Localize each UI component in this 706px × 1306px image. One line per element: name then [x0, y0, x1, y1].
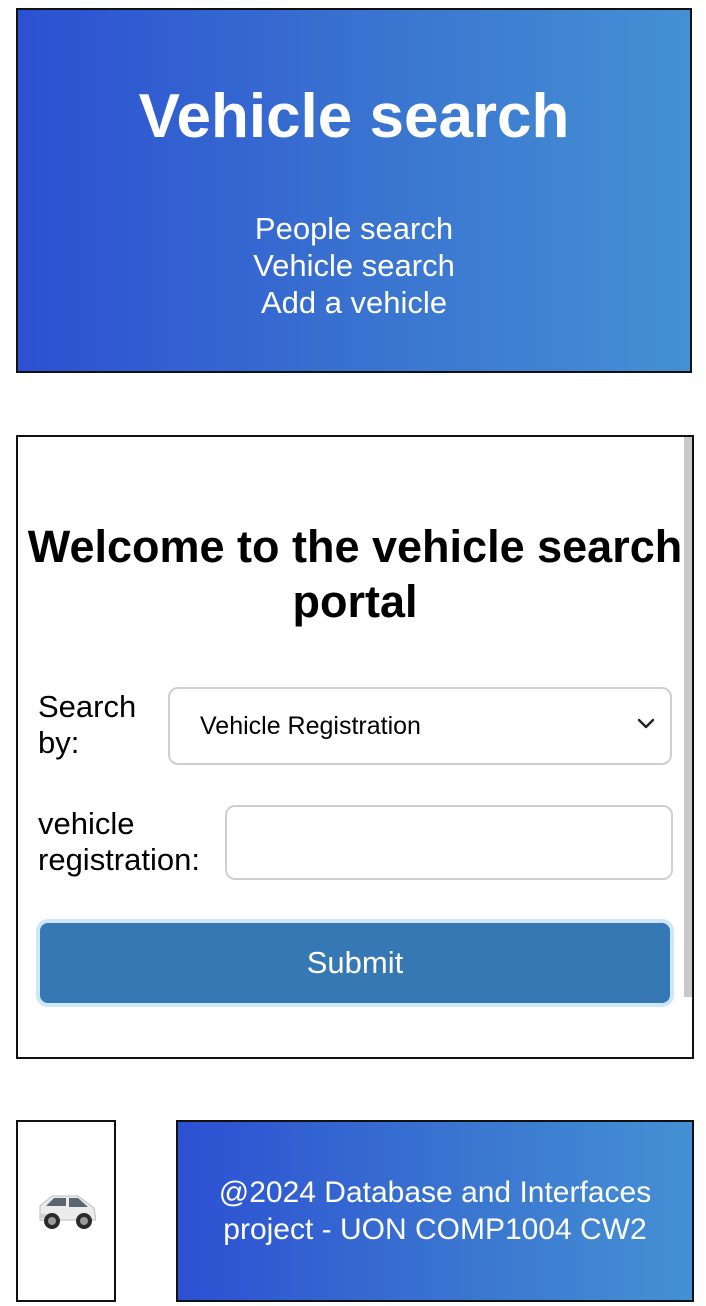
page-footer: @2024 Database and Interfaces project - …: [176, 1120, 694, 1302]
chevron-down-icon: [637, 718, 655, 729]
nav-link-vehicle-search[interactable]: Vehicle search: [253, 247, 455, 284]
search-by-select[interactable]: Vehicle Registration: [168, 687, 672, 765]
search-panel: Welcome to the vehicle search portal Sea…: [16, 435, 694, 1059]
car-image: [39, 1195, 96, 1229]
footer-text: @2024 Database and Interfaces project - …: [218, 1176, 652, 1246]
page-header: Vehicle search People search Vehicle sea…: [16, 8, 692, 373]
vehicle-registration-label: vehicle registration:: [38, 806, 200, 877]
submit-button[interactable]: Submit: [36, 919, 674, 1007]
nav-link-add-vehicle[interactable]: Add a vehicle: [261, 284, 447, 321]
welcome-heading: Welcome to the vehicle search portal: [27, 521, 683, 627]
vehicle-image-box: [16, 1120, 116, 1302]
main-nav: People search Vehicle search Add a vehic…: [18, 210, 690, 321]
search-by-label: Search by:: [38, 689, 137, 760]
page-title: Vehicle search: [138, 82, 570, 151]
search-by-selected-value: Vehicle Registration: [200, 712, 421, 740]
vehicle-registration-input[interactable]: [225, 805, 673, 880]
nav-link-people-search[interactable]: People search: [255, 210, 453, 247]
